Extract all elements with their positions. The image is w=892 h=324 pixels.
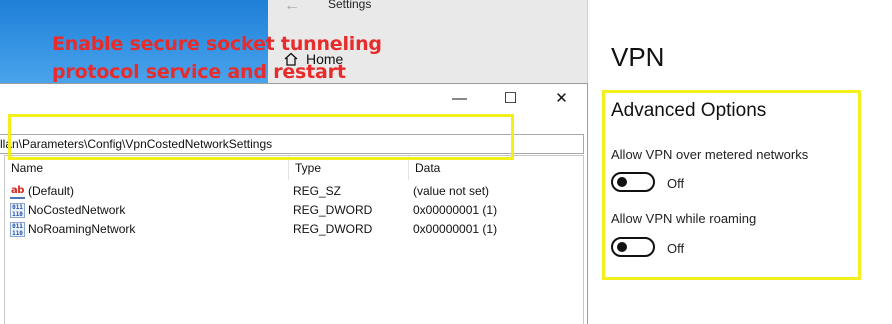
registry-editor-window: — ☐ ✕ llan\Parameters\Config\VpnCostedNe… — [0, 83, 588, 324]
table-row[interactable]: ab (Default) REG_SZ (value not set) — [5, 182, 583, 201]
toggle-knob — [617, 177, 627, 187]
roaming-state: Off — [667, 241, 685, 256]
table-row[interactable]: 011 110 NoRoamingNetwork REG_DWORD 0x0000… — [5, 220, 583, 239]
value-data: 0x00000001 (1) — [413, 203, 498, 217]
window-controls: — ☐ ✕ — [434, 84, 587, 112]
settings-window-title: Settings — [328, 0, 372, 11]
value-data: 0x00000001 (1) — [413, 222, 498, 236]
column-name-header[interactable]: Name — [5, 156, 289, 180]
value-type: REG_DWORD — [293, 222, 373, 236]
value-type: REG_SZ — [293, 184, 342, 198]
value-name: NoRoamingNetwork — [28, 222, 136, 236]
minimize-button[interactable]: — — [434, 84, 485, 112]
maximize-button[interactable]: ☐ — [485, 84, 536, 112]
value-data: (value not set) — [413, 184, 490, 198]
binary-value-icon: 011 110 — [10, 222, 25, 237]
annotation-text: Enable secure socket tunneling protocol … — [52, 30, 412, 86]
binary-value-icon: 011 110 — [10, 203, 25, 218]
value-type: REG_DWORD — [293, 203, 373, 217]
column-type-header[interactable]: Type — [289, 156, 409, 180]
toggle-knob — [617, 242, 627, 252]
annotation-line-2: protocol service and restart — [52, 61, 346, 83]
metered-networks-state: Off — [667, 176, 685, 191]
value-name: (Default) — [28, 184, 75, 198]
values-list: Name Type Data ab (Default) REG_SZ (valu… — [4, 155, 584, 324]
annotation-line-1: Enable secure socket tunneling — [52, 33, 382, 55]
roaming-toggle[interactable] — [611, 237, 655, 257]
string-value-icon: ab — [10, 185, 25, 199]
advanced-options-heading: Advanced Options — [611, 100, 767, 121]
metered-networks-toggle[interactable] — [611, 172, 655, 192]
metered-networks-label: Allow VPN over metered networks — [611, 147, 809, 162]
table-row[interactable]: 011 110 NoCostedNetwork REG_DWORD 0x00000… — [5, 201, 583, 220]
address-bar[interactable]: llan\Parameters\Config\VpnCostedNetworkS… — [0, 134, 584, 154]
roaming-label: Allow VPN while roaming — [611, 211, 757, 226]
close-button[interactable]: ✕ — [536, 84, 587, 112]
back-arrow-icon[interactable]: ← — [284, 0, 300, 15]
column-header: Name Type Data — [5, 156, 583, 180]
value-name: NoCostedNetwork — [28, 203, 126, 217]
column-data-header[interactable]: Data — [409, 156, 585, 180]
page-title: VPN — [611, 42, 665, 72]
